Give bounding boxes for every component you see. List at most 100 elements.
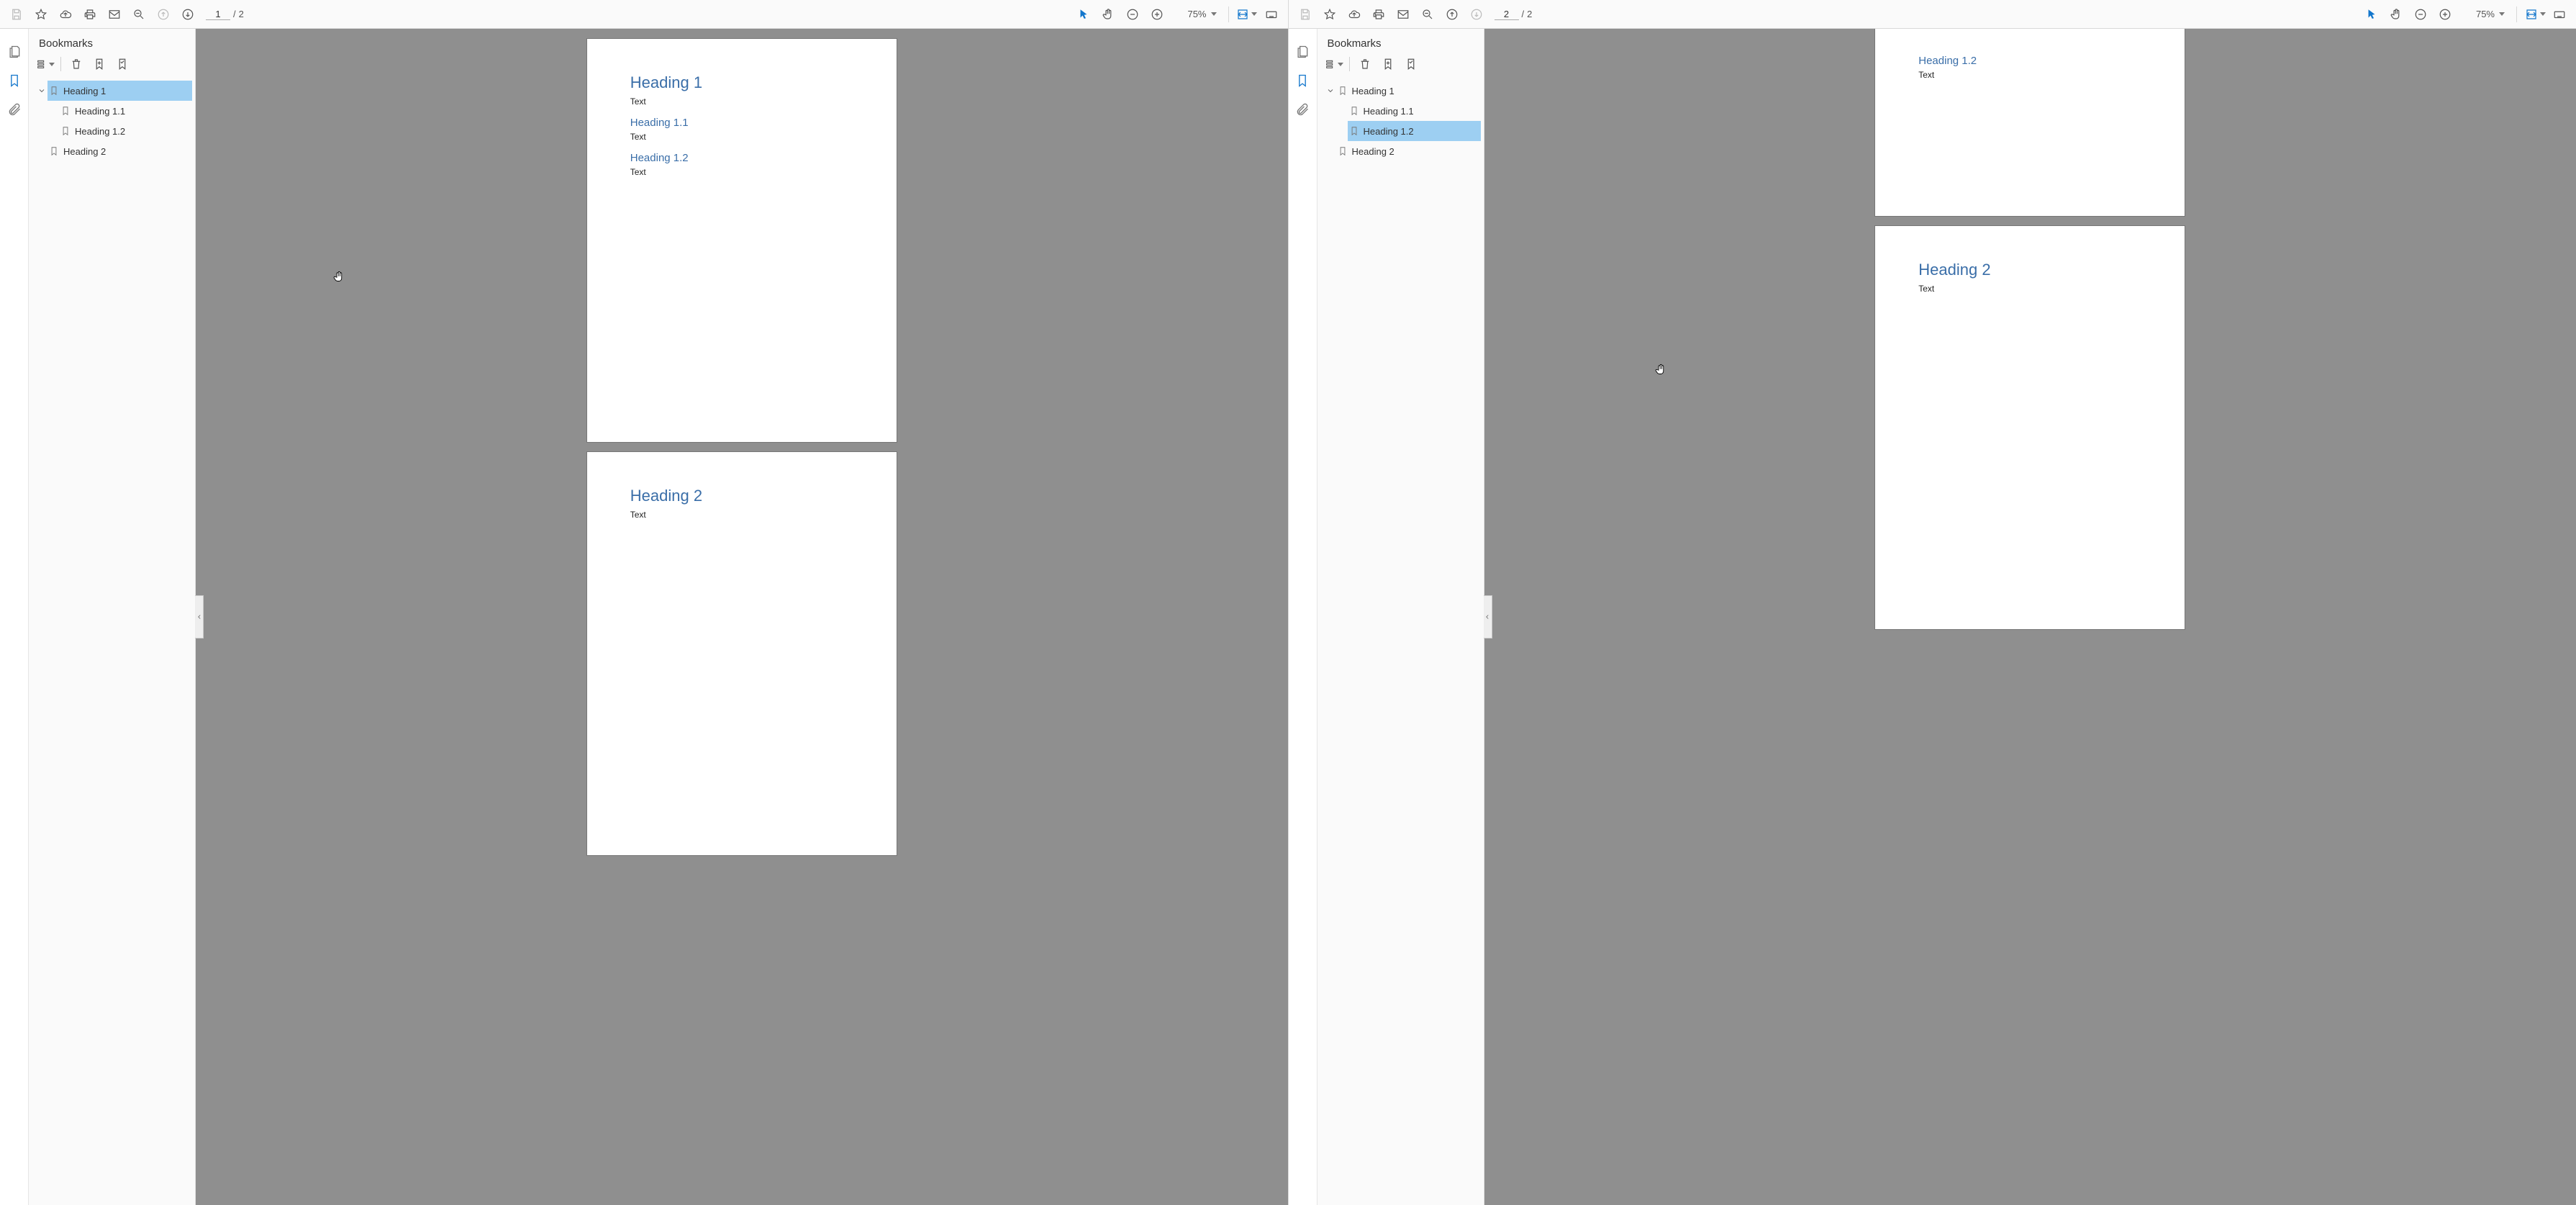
- favorite-button[interactable]: [1319, 4, 1341, 25]
- nav-attachments[interactable]: [1292, 99, 1312, 119]
- chevron-down-icon: [1211, 12, 1217, 16]
- panel-collapse-handle[interactable]: [1484, 595, 1492, 638]
- nav-column: [1289, 29, 1318, 1205]
- bookmark-icon: [1336, 145, 1349, 157]
- bookmark-label: Heading 2: [1349, 146, 1478, 157]
- bookmark-icon: [59, 125, 72, 137]
- zoom-actual-button[interactable]: [1417, 4, 1438, 25]
- cloud-upload-button[interactable]: [1343, 4, 1365, 25]
- nav-attachments[interactable]: [4, 99, 24, 119]
- fit-width-button[interactable]: [1236, 4, 1258, 25]
- page-current-input[interactable]: [206, 9, 230, 20]
- page-sep: /: [1522, 9, 1525, 19]
- fit-width-button[interactable]: [2524, 4, 2546, 25]
- doc-heading-1: Heading 2: [630, 487, 853, 505]
- keyboard-button[interactable]: [2549, 4, 2570, 25]
- panel-close-button[interactable]: [173, 36, 188, 50]
- page-indicator: / 2: [1495, 9, 1533, 20]
- toolbar-separator: [2516, 6, 2517, 22]
- document-page: Heading 2 Text: [587, 452, 897, 855]
- chevron-down-icon: [2499, 12, 2505, 16]
- nav-thumbnails[interactable]: [1292, 42, 1312, 62]
- prev-page-button[interactable]: [1441, 4, 1463, 25]
- save-button[interactable]: [6, 4, 27, 25]
- document-view[interactable]: Heading 1TextHeading 1.1TextHeading 1.2T…: [196, 29, 1288, 1205]
- pane-right: Bookmarks Heading 1Heading 1.1Heading 1.…: [1288, 29, 2576, 1205]
- tree-toggle-icon[interactable]: [36, 86, 47, 95]
- nav-column: [0, 29, 29, 1205]
- bookmark-add-button[interactable]: [90, 55, 109, 73]
- cloud-upload-button[interactable]: [55, 4, 76, 25]
- bookmark-expand-all-button[interactable]: [1402, 55, 1420, 73]
- bookmark-label: Heading 1: [60, 86, 189, 96]
- bookmark-label: Heading 1.2: [1361, 126, 1478, 137]
- next-page-button[interactable]: [1466, 4, 1487, 25]
- panel-options-button[interactable]: [36, 55, 55, 73]
- toolbar-left: / 2 75%: [0, 0, 1288, 28]
- doc-heading-2: Heading 1.2: [1918, 55, 2141, 67]
- page-total: 2: [239, 9, 244, 19]
- doc-text: Text: [1918, 284, 2141, 294]
- print-button[interactable]: [1368, 4, 1389, 25]
- bookmark-node-h2[interactable]: Heading 2: [1320, 141, 1481, 161]
- bookmarks-panel: Bookmarks Heading 1 Heading 1.1Heading 1.…: [29, 29, 196, 1205]
- bookmark-node-h12[interactable]: Heading 1.2: [1320, 121, 1481, 141]
- doc-heading-1: Heading 1: [630, 73, 853, 92]
- zoom-dropdown[interactable]: 75%: [1175, 9, 1217, 19]
- doc-text: Text: [1918, 70, 2141, 80]
- page-sep: /: [233, 9, 236, 19]
- nav-bookmarks[interactable]: [4, 71, 24, 91]
- email-button[interactable]: [1392, 4, 1414, 25]
- panel-close-button[interactable]: [1462, 36, 1477, 50]
- tree-toggle-icon[interactable]: [1325, 86, 1336, 95]
- bookmark-node-h1[interactable]: Heading 1: [32, 81, 192, 101]
- bookmark-node-h2[interactable]: Heading 2: [32, 141, 192, 161]
- bookmark-tree: Heading 1 Heading 1.1 Heading 1.2 Heading 2: [1318, 79, 1484, 167]
- bookmark-label: Heading 2: [60, 146, 189, 157]
- favorite-button[interactable]: [30, 4, 52, 25]
- zoom-dropdown[interactable]: 75%: [2463, 9, 2505, 19]
- bookmark-label: Heading 1: [1349, 86, 1478, 96]
- zoom-actual-button[interactable]: [128, 4, 150, 25]
- panel-separator: [60, 57, 61, 71]
- zoom-in-button[interactable]: [2434, 4, 2456, 25]
- page-total: 2: [1527, 9, 1532, 19]
- nav-thumbnails[interactable]: [4, 42, 24, 62]
- bookmark-add-button[interactable]: [1379, 55, 1397, 73]
- bookmark-icon: [47, 85, 60, 96]
- bookmark-delete-button[interactable]: [67, 55, 86, 73]
- zoom-out-button[interactable]: [2410, 4, 2431, 25]
- save-button[interactable]: [1294, 4, 1316, 25]
- zoom-out-button[interactable]: [1122, 4, 1143, 25]
- bookmark-delete-button[interactable]: [1356, 55, 1374, 73]
- zoom-in-button[interactable]: [1146, 4, 1168, 25]
- bookmark-node-h11[interactable]: Heading 1.1: [1320, 101, 1481, 121]
- zoom-value: 75%: [1175, 9, 1207, 19]
- bookmark-node-h1[interactable]: Heading 1: [1320, 81, 1481, 101]
- doc-text: Text: [630, 510, 853, 520]
- panel-title: Bookmarks: [39, 37, 93, 50]
- panel-tools: [1318, 55, 1484, 79]
- doc-text: Text: [630, 167, 853, 177]
- pan-tool-button[interactable]: [2385, 4, 2407, 25]
- select-tool-button[interactable]: [1073, 4, 1094, 25]
- pan-tool-button[interactable]: [1097, 4, 1119, 25]
- doc-heading-1: Heading 2: [1918, 261, 2141, 279]
- bookmark-node-h11[interactable]: Heading 1.1: [32, 101, 192, 121]
- document-view[interactable]: Heading 1.2 Text Heading 2 Text: [1484, 29, 2576, 1205]
- document-page: Heading 1.2 Text: [1875, 29, 2185, 216]
- print-button[interactable]: [79, 4, 101, 25]
- bookmark-icon: [59, 105, 72, 117]
- bookmark-icon: [47, 145, 60, 157]
- panel-collapse-handle[interactable]: [195, 595, 204, 638]
- panel-options-button[interactable]: [1325, 55, 1343, 73]
- select-tool-button[interactable]: [2361, 4, 2382, 25]
- bookmark-node-h12[interactable]: Heading 1.2: [32, 121, 192, 141]
- page-current-input[interactable]: [1495, 9, 1519, 20]
- prev-page-button[interactable]: [153, 4, 174, 25]
- next-page-button[interactable]: [177, 4, 199, 25]
- bookmark-expand-all-button[interactable]: [113, 55, 132, 73]
- keyboard-button[interactable]: [1261, 4, 1282, 25]
- nav-bookmarks[interactable]: [1292, 71, 1312, 91]
- email-button[interactable]: [104, 4, 125, 25]
